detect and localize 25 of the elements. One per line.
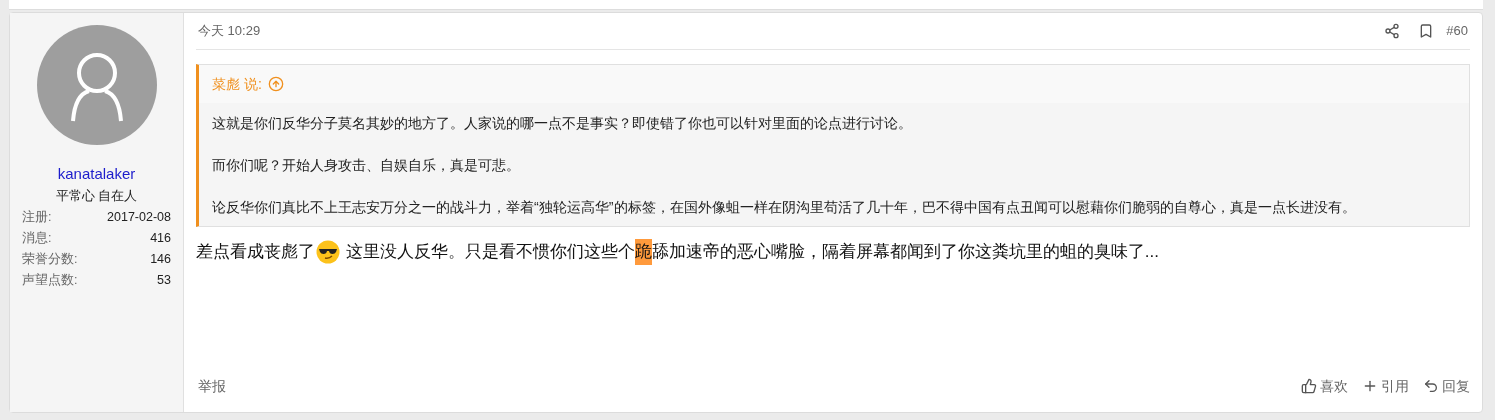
thumbs-up-icon bbox=[1301, 378, 1317, 394]
sunglasses-emoji-icon bbox=[316, 239, 340, 264]
stat-label: 消息: bbox=[22, 230, 52, 247]
quote-button[interactable]: 引用 bbox=[1362, 375, 1409, 397]
post-time[interactable]: 今天 10:29 bbox=[198, 21, 261, 41]
stat-label: 荣誉分数: bbox=[22, 251, 78, 268]
quote-paragraph: 而你们呢？开始人身攻击、自娱自乐，真是可悲。 bbox=[212, 156, 521, 175]
stat-label: 声望点数: bbox=[22, 272, 78, 289]
post-number[interactable]: #60 bbox=[1446, 21, 1468, 41]
reply-button[interactable]: 回复 bbox=[1423, 375, 1470, 397]
quote-paragraph: 论反华你们真比不上王志安万分之一的战斗力，举着“独轮运高华”的标签，在国外像蛆一样在阴沟里苟活了几十年，巴不得中国有点丑闻可以慰藉你们脆弱的自尊心，真是一点长进没有。 bbox=[212, 198, 1357, 217]
user-title: 平常心 自在人 bbox=[55, 186, 138, 205]
share-icon[interactable] bbox=[1384, 23, 1401, 39]
stat-value: 146 bbox=[150, 251, 171, 268]
stat-value: 416 bbox=[150, 230, 171, 247]
username[interactable]: kanatalaker bbox=[57, 163, 136, 186]
stat-value: 53 bbox=[157, 272, 171, 289]
report-link[interactable]: 举报 bbox=[196, 375, 228, 397]
plus-icon bbox=[1362, 378, 1378, 394]
like-button[interactable]: 喜欢 bbox=[1301, 375, 1348, 397]
stat-label: 注册: bbox=[22, 209, 52, 226]
stat-value: 2017-02-08 bbox=[107, 209, 171, 226]
reply-icon bbox=[1423, 378, 1439, 394]
text-highlight: 跪 bbox=[634, 239, 652, 265]
quote-paragraph: 这就是你们反华分子莫名其妙的地方了。人家说的哪一点不是事实？即使错了你也可以针对里面的论点进行讨论。 bbox=[212, 114, 913, 133]
